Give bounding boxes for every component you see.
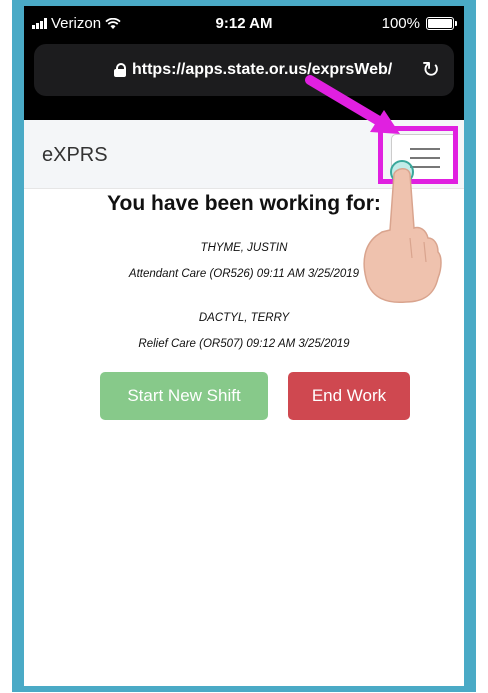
start-new-shift-button[interactable]: Start New Shift xyxy=(100,372,268,420)
phone-screen: Verizon 9:12 AM 100% https://apps.state.… xyxy=(24,6,464,686)
tapping-hand-icon xyxy=(363,160,442,304)
end-work-button[interactable]: End Work xyxy=(288,372,410,420)
worker-detail: Relief Care (OR507) 09:12 AM 3/25/2019 xyxy=(138,338,350,350)
